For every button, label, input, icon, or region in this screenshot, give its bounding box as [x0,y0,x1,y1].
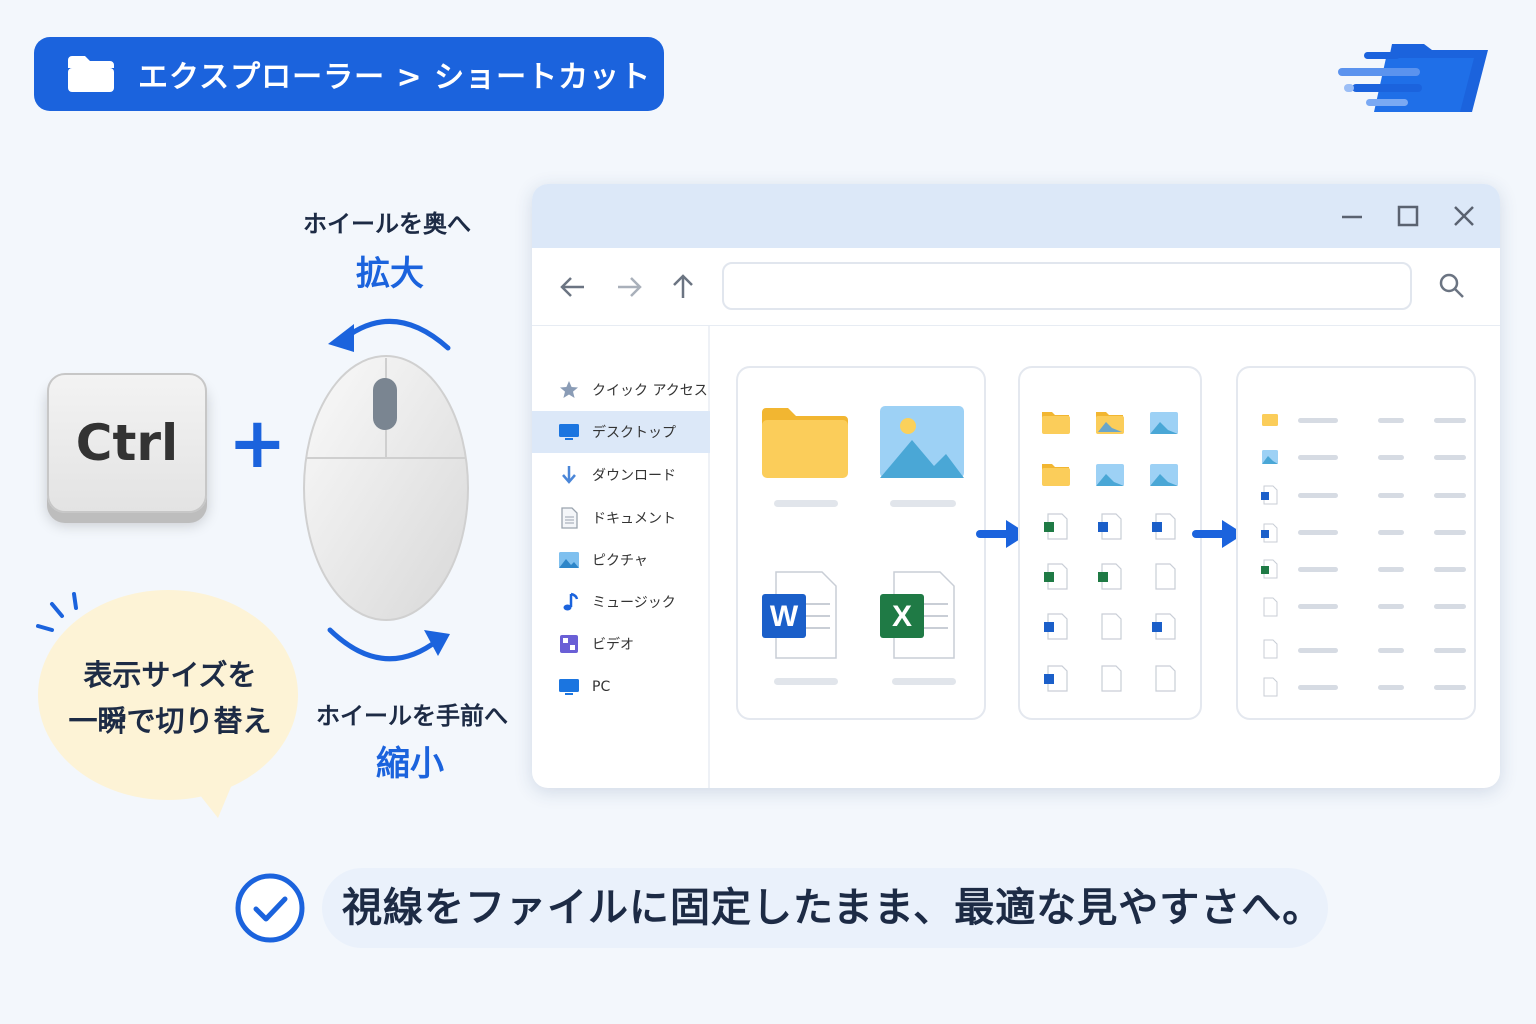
image-file-icon [1150,464,1178,486]
picture-icon [559,552,579,568]
details-list-rows [1261,414,1466,697]
forward-arrow-icon[interactable] [612,270,646,304]
zoom-in-label: 拡大 [356,254,424,294]
sidebar-item-quick-access[interactable]: クイック アクセス [532,369,710,411]
word-file-icon: W [762,571,837,659]
search-icon[interactable] [1436,270,1468,302]
sidebar-item-pictures[interactable]: ピクチャ [532,539,710,581]
sidebar-item-videos[interactable]: ビデオ [532,623,710,665]
plus-sign: + [228,402,287,484]
desktop-icon [559,424,579,440]
sidebar-item-label: ピクチャ [592,553,648,569]
sidebar-item-label: PC [592,679,611,695]
folder-icon [1042,464,1070,486]
wheel-down-text: ホイールを手前へ [316,702,508,730]
medium-icons-view [1018,366,1202,720]
word-letter: W [770,600,799,633]
mouse-icon [303,319,469,662]
up-arrow-icon[interactable] [666,270,700,304]
bubble-line-1: 表示サイズを [83,658,257,692]
close-icon[interactable] [1448,200,1480,232]
ctrl-key: Ctrl [47,373,207,513]
navigation-toolbar [532,248,1500,326]
large-icons-view: W X [736,366,986,720]
folder-icon [1096,412,1124,434]
excel-file-icon: X [880,571,955,659]
sidebar-item-documents[interactable]: ドキュメント [532,497,710,539]
large-icons-grid: W X [762,406,964,685]
excel-letter: X [892,600,912,633]
brand-logo-icon [1338,44,1488,112]
back-arrow-icon[interactable] [556,270,590,304]
sidebar-item-label: デスクトップ [592,425,676,441]
bubble-line-2: 一瞬で切り替え [68,704,272,738]
document-icon [561,507,578,529]
image-file-icon [1262,450,1278,464]
bubble-text: 表示サイズを 一瞬で切り替え [48,652,292,744]
sidebar-item-label: ミュージック [592,595,676,611]
image-file-icon [880,406,964,478]
sidebar-item-label: クイック アクセス [592,383,708,399]
sidebar-item-label: ビデオ [592,637,634,653]
folder-icon [68,56,114,92]
scroll-down-arrow-icon [327,627,441,662]
minimize-icon[interactable] [1336,200,1368,232]
maximize-icon[interactable] [1392,200,1424,232]
star-icon [560,381,578,398]
download-icon [562,466,576,484]
sidebar-item-pc[interactable]: PC [532,666,710,708]
folder-icon [762,408,848,478]
folder-icon [1262,414,1278,426]
folder-icon [1042,412,1070,434]
navigation-sidebar: クイック アクセス デスクトップ ダウンロード ドキュメント ピクチャ ミュージ… [532,326,710,788]
sidebar-item-label: ダウンロード [592,468,676,484]
sparkle-icon [36,592,78,632]
image-file-icon [1150,412,1178,434]
video-icon [560,635,578,653]
wheel-up-text: ホイールを奥へ [303,210,471,238]
title-bar [532,184,1500,248]
footer-message: 視線をファイルに固定したまま、最適な見やすさへ。 [342,885,1324,931]
details-list-view [1236,366,1476,720]
sidebar-item-label: ドキュメント [592,511,676,527]
image-file-icon [1096,464,1124,486]
explorer-window: クイック アクセス デスクトップ ダウンロード ドキュメント ピクチャ ミュージ… [532,184,1500,788]
sidebar-item-downloads[interactable]: ダウンロード [532,454,710,496]
music-icon [563,592,579,611]
check-circle-icon [235,873,305,943]
address-bar[interactable] [722,262,1412,310]
sidebar-item-music[interactable]: ミュージック [532,581,710,623]
sidebar-item-desktop[interactable]: デスクトップ [532,411,710,453]
scroll-up-arrow-icon [337,319,451,351]
pc-icon [559,679,579,695]
header-banner: エクスプローラー > ショートカット [34,37,664,111]
medium-icons-grid [1042,412,1178,692]
header-title: エクスプローラー > ショートカット [138,60,652,95]
zoom-out-label: 縮小 [376,744,444,784]
